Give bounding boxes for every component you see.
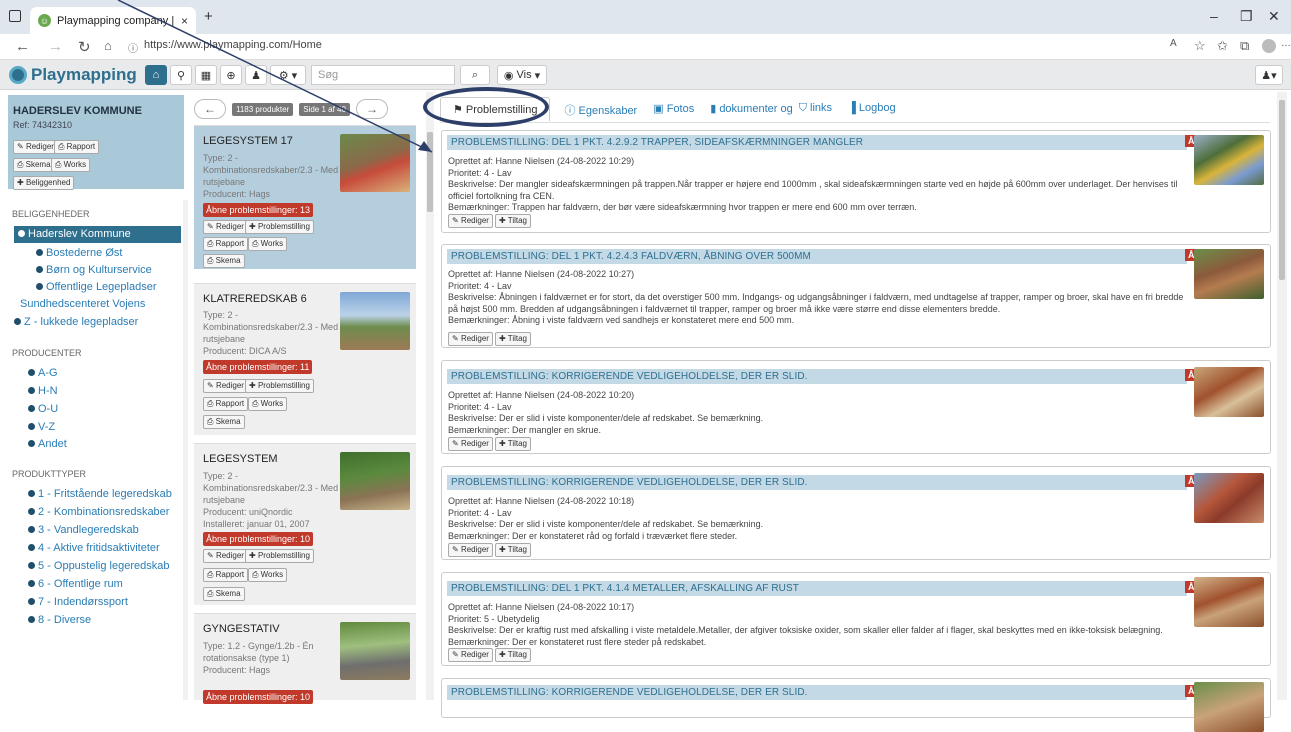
- annotation-arrow: [117, 0, 433, 153]
